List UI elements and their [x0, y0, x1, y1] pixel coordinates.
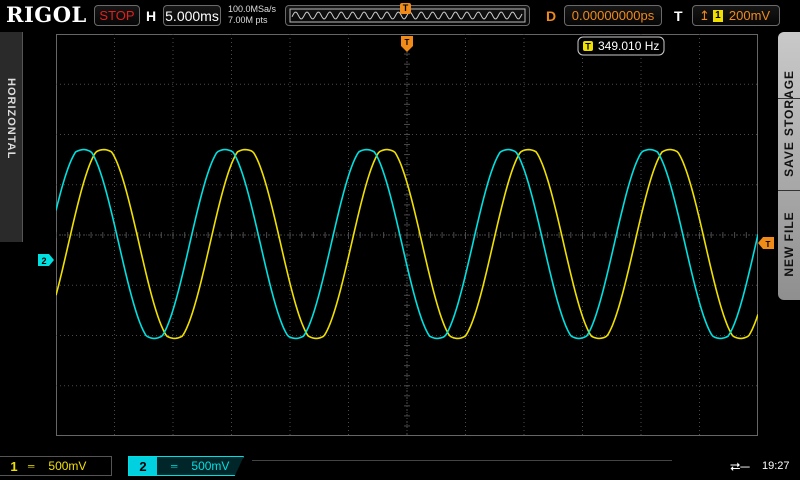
ch1-number: 1: [10, 458, 18, 474]
frequency-source-tag: T: [585, 42, 591, 52]
trigger-box[interactable]: ↥ 1 200mV: [692, 5, 780, 26]
storage-menu-item[interactable]: STORAGE: [782, 68, 796, 138]
run-state-text: STOP: [99, 8, 135, 23]
menu-divider: [778, 190, 800, 191]
sample-rate: 100.0MSa/s: [228, 4, 277, 14]
trigger-position-top-marker: T: [400, 3, 411, 14]
channel-status-bar: 1 ═ 500mV 2 ═ 500mV ⮂─ 19:27: [0, 450, 800, 480]
delay-value: 0.00000000ps: [571, 8, 655, 23]
frequency-value: 349.010 Hz: [598, 39, 659, 53]
trigger-level-value: 200mV: [728, 8, 771, 23]
graticule: [56, 34, 758, 436]
frequency-readout: T 349.010 Hz: [577, 36, 665, 56]
memory-depth: 7.00M pts: [228, 15, 268, 25]
timebase-box[interactable]: 5.000ms: [163, 5, 221, 26]
horizontal-label: H: [146, 8, 157, 24]
ch2-settings-tab[interactable]: 2 ═ 500mV: [128, 456, 244, 476]
ch2-reference-marker[interactable]: 2: [38, 254, 54, 266]
brand-logo: RIGOL: [6, 2, 87, 27]
ch2-number: 2: [129, 457, 157, 475]
top-status-bar: RIGOL STOP H 5.000ms 100.0MSa/s 7.00M pt…: [0, 0, 800, 32]
run-stop-status[interactable]: STOP: [94, 5, 140, 26]
dc-coupling-icon: ═: [28, 461, 35, 471]
delay-label: D: [546, 8, 557, 24]
storage-menu-panel: STORAGE SAVE NEW FILE: [778, 32, 800, 300]
new-file-menu-item[interactable]: NEW FILE: [782, 203, 796, 285]
system-clock: 19:27: [762, 460, 790, 472]
trigger-position-marker: T: [401, 36, 413, 52]
dc-coupling-icon: ═: [171, 461, 178, 471]
horizontal-menu-label: HORIZONTAL: [5, 78, 17, 160]
menu-divider: [778, 98, 800, 99]
status-divider: [252, 460, 672, 473]
ch1-settings-tab[interactable]: 1 ═ 500mV: [0, 456, 112, 476]
rising-edge-icon: ↥: [699, 7, 710, 23]
acquisition-info: 100.0MSa/s 7.00M pts: [228, 4, 276, 26]
ch1-scale: 500mV: [48, 459, 87, 473]
timebase-value: 5.000ms: [165, 7, 219, 24]
waveform-display[interactable]: T 349.010 Hz T: [56, 34, 758, 436]
svg-text:2: 2: [41, 256, 46, 266]
trigger-label: T: [674, 8, 683, 24]
save-menu-item[interactable]: SAVE: [782, 136, 796, 182]
horizontal-menu-tab[interactable]: HORIZONTAL: [0, 32, 23, 242]
trigger-level-marker[interactable]: T: [758, 237, 774, 249]
usb-icon: ⮂─: [730, 459, 750, 474]
ch2-scale: 500mV: [191, 459, 230, 473]
svg-text:T: T: [766, 240, 771, 249]
svg-text:T: T: [405, 38, 410, 47]
trigger-source-badge: 1: [712, 9, 723, 22]
delay-box[interactable]: 0.00000000ps: [564, 5, 662, 26]
